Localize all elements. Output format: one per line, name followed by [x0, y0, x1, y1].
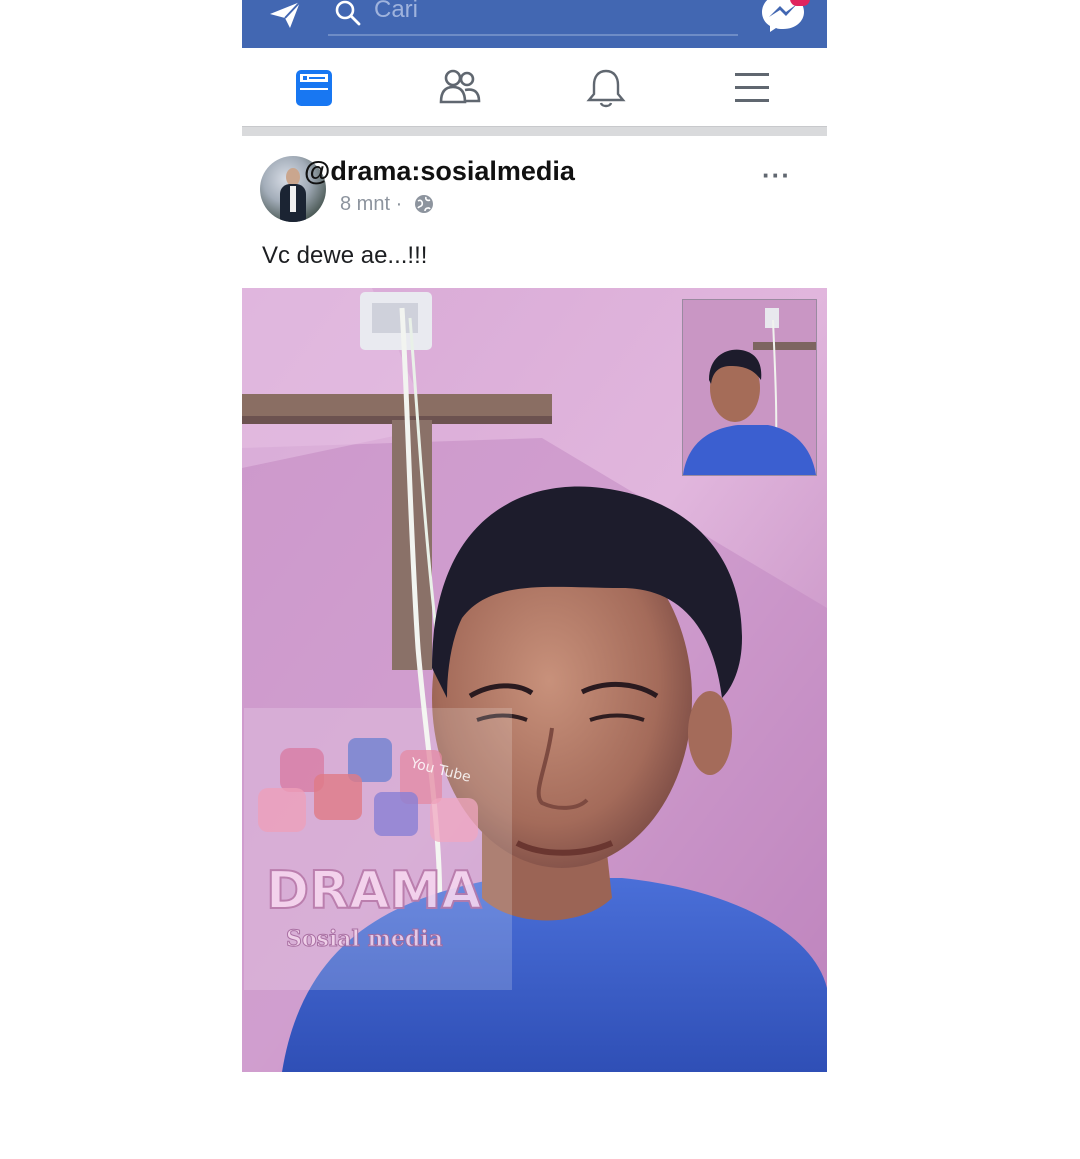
self-view-thumbnail[interactable] — [682, 299, 817, 476]
search-icon — [335, 0, 361, 26]
friends-icon[interactable] — [438, 66, 482, 110]
self-view-illustration — [683, 300, 816, 475]
search-placeholder: Cari — [374, 0, 419, 23]
nav-bar — [242, 48, 827, 128]
post-time: 8 mnt · — [340, 193, 402, 216]
search-input[interactable]: Cari — [328, 0, 738, 36]
post-author[interactable]: @drama:sosialmedia — [304, 156, 575, 187]
post-caption: Vc dewe ae...!!! — [262, 242, 428, 269]
notification-badge — [790, 0, 810, 6]
watermark-title: DRAMA — [266, 861, 481, 921]
watermark-subtitle: Sosial media — [286, 926, 443, 952]
post-options-button[interactable]: ··· — [762, 160, 791, 191]
avatar-shirt — [290, 186, 296, 212]
news-feed-icon[interactable] — [292, 66, 336, 110]
globe-icon — [415, 195, 433, 213]
watermark-logo: DRAMA Sosial media You Tube — [244, 708, 512, 990]
camera-icon[interactable] — [266, 0, 306, 30]
section-divider — [242, 126, 827, 136]
menu-icon[interactable] — [730, 66, 774, 110]
top-bar: Cari — [242, 0, 827, 48]
notifications-icon[interactable] — [584, 66, 628, 110]
watermark: DRAMA Sosial media You Tube — [244, 708, 512, 990]
post-time-text: 8 mnt — [340, 193, 391, 215]
meta-separator: · — [395, 193, 403, 215]
post-photo[interactable]: DRAMA Sosial media You Tube — [242, 288, 827, 1072]
phone-screen: Cari @drama:sosialmedia 8 mnt · ··· Vc d… — [242, 0, 827, 1072]
